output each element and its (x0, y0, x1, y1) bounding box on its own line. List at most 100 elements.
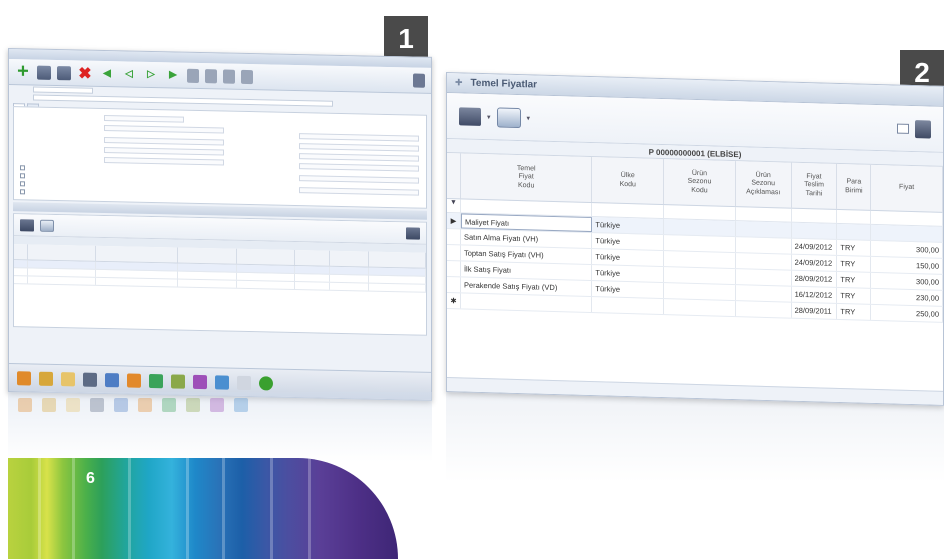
cell-season-code[interactable] (664, 235, 736, 253)
grid-icon[interactable] (897, 123, 909, 134)
cell-date[interactable]: 28/09/2012 (791, 270, 838, 287)
type-input[interactable] (104, 115, 184, 123)
blank-icon[interactable] (237, 375, 251, 390)
variants-panel (13, 213, 427, 336)
tax2-input[interactable] (104, 147, 224, 156)
column-header-country[interactable]: Ülke Kodu (592, 157, 665, 205)
cell-date[interactable]: 16/12/2012 (791, 286, 838, 303)
options-icon[interactable] (241, 69, 253, 84)
checkbox-1[interactable] (20, 165, 25, 171)
cell-country[interactable]: Türkiye (592, 233, 665, 251)
save-as-icon[interactable] (57, 65, 71, 80)
cell-season-code[interactable] (664, 283, 736, 301)
tools-icon[interactable] (105, 372, 119, 387)
print-icon[interactable] (205, 68, 217, 83)
right-input-2[interactable] (299, 143, 419, 152)
cell-date[interactable]: 28/09/2011 (791, 302, 838, 319)
column-header-season-code[interactable]: Ürün Sezonu Kodu (664, 159, 736, 207)
stack-icon[interactable] (17, 370, 31, 385)
cell-season-desc[interactable] (735, 237, 792, 254)
exit-icon[interactable] (413, 72, 425, 88)
cell-price[interactable]: 250,00 (871, 304, 943, 322)
cell-season-code[interactable] (664, 299, 736, 317)
cell-season-code[interactable] (664, 219, 736, 237)
exit-icon[interactable] (915, 119, 931, 139)
cell-country[interactable]: Türkiye (592, 249, 665, 267)
screen2-reflection (446, 392, 944, 482)
status-input[interactable] (104, 157, 224, 166)
right-input-5[interactable] (299, 175, 419, 184)
cell-season-code[interactable] (664, 251, 736, 269)
previous-icon[interactable]: ◁ (121, 66, 137, 82)
print-icon[interactable] (496, 106, 521, 128)
pen-icon[interactable] (171, 373, 185, 389)
cell-price[interactable]: 300,00 (871, 240, 943, 258)
books-icon[interactable] (39, 371, 53, 386)
tape-icon[interactable] (83, 372, 97, 387)
cell-season-desc[interactable] (735, 269, 792, 286)
right-input-4[interactable] (299, 163, 419, 172)
cell-country[interactable]: Türkiye (592, 265, 665, 283)
column-header-price[interactable]: Fiyat (871, 164, 943, 212)
folder-icon[interactable] (187, 68, 199, 83)
cell-country[interactable]: Türkiye (592, 217, 665, 235)
box-icon[interactable] (127, 372, 141, 388)
globe-icon[interactable] (259, 375, 273, 391)
cell-season-desc[interactable] (735, 221, 792, 238)
triangle-icon[interactable] (149, 373, 163, 388)
chevron-down-icon[interactable]: ▾ (527, 114, 531, 122)
checkbox-2[interactable] (20, 173, 25, 179)
general-form (13, 106, 427, 209)
code-field[interactable] (33, 86, 93, 94)
cell-currency[interactable]: TRY (837, 271, 872, 288)
column-header-price-code[interactable]: Temel Fiyat Kodu (460, 153, 593, 203)
cell-season-code[interactable] (664, 267, 736, 285)
cell-price[interactable] (871, 224, 943, 242)
column-header-currency[interactable]: Para Birimi (837, 163, 872, 210)
cell-date[interactable] (791, 222, 838, 239)
right-input-6[interactable] (299, 187, 419, 196)
folder-icon[interactable] (459, 106, 481, 126)
cell-price[interactable]: 300,00 (871, 272, 943, 290)
pin-icon[interactable]: ✚ (455, 77, 463, 88)
cell-currency[interactable]: TRY (837, 255, 872, 272)
cell-currency[interactable]: TRY (837, 303, 872, 320)
save-icon[interactable] (37, 65, 51, 80)
last-icon[interactable]: ▶ (165, 67, 181, 83)
cell-currency[interactable]: TRY (837, 287, 872, 304)
next-icon[interactable]: ▷ (143, 66, 159, 82)
cell-price[interactable]: 230,00 (871, 288, 943, 306)
unit-input[interactable] (104, 125, 224, 134)
cell-country[interactable]: Türkiye (592, 281, 665, 299)
folder-icon[interactable] (20, 218, 34, 232)
current-row-icon: ▶ (447, 213, 461, 229)
delete-icon[interactable]: ✖ (77, 65, 93, 82)
cell-date[interactable]: 24/09/2012 (791, 238, 838, 255)
cell-season-desc[interactable] (735, 253, 792, 270)
chart-icon[interactable] (215, 374, 229, 390)
page-number: 6 (86, 470, 95, 487)
cell-date[interactable]: 24/09/2012 (791, 254, 838, 271)
export-icon[interactable] (223, 69, 235, 84)
checkbox-4[interactable] (20, 189, 25, 195)
cell-season-desc[interactable] (735, 285, 792, 302)
add-icon[interactable]: + (15, 60, 31, 82)
cell-season-desc[interactable] (735, 301, 792, 318)
cell-currency[interactable] (837, 223, 872, 240)
cell-country[interactable] (592, 297, 665, 315)
exit-icon[interactable] (406, 226, 420, 240)
checkbox-3[interactable] (20, 181, 25, 187)
right-input-1[interactable] (299, 133, 419, 142)
chevron-down-icon[interactable]: ▾ (487, 113, 491, 121)
first-icon[interactable]: ◀ (99, 65, 115, 81)
scroll-icon[interactable] (61, 371, 75, 386)
column-header-season-desc[interactable]: Ürün Sezonu Açıklaması (735, 161, 792, 208)
folder-purple-icon[interactable] (193, 374, 207, 389)
tax-input[interactable] (104, 137, 224, 146)
column-header-delivery-date[interactable]: Fiyat Teslim Tarihi (791, 162, 838, 209)
cell-currency[interactable]: TRY (837, 239, 872, 256)
print-icon[interactable] (40, 219, 54, 232)
cell-price-code[interactable] (460, 293, 593, 313)
cell-price[interactable]: 150,00 (871, 256, 943, 274)
right-input-3[interactable] (299, 153, 419, 162)
